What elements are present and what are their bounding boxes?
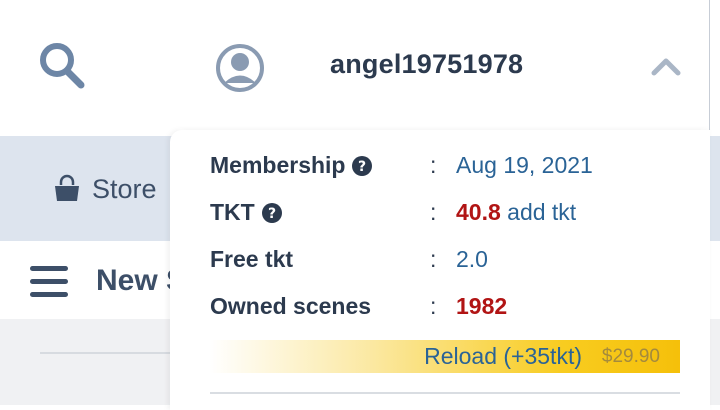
search-icon: [40, 43, 85, 89]
reload-label: Reload (+35tkt): [424, 343, 582, 369]
top-bar: angel19751978: [0, 0, 720, 136]
separator: :: [430, 246, 437, 272]
membership-row: Membership ? : Aug 19, 2021: [210, 152, 690, 184]
reload-price: $29.90: [601, 346, 660, 367]
owned-scenes-count[interactable]: 1982: [456, 293, 507, 320]
free-tkt-value: 2.0: [456, 246, 488, 272]
avatar[interactable]: [214, 42, 266, 94]
svg-text:?: ?: [268, 206, 276, 222]
question-circle-icon[interactable]: ?: [352, 155, 373, 176]
add-tkt-link[interactable]: add tkt: [507, 199, 576, 225]
owned-scenes-label: Owned scenes: [210, 293, 372, 319]
account-dropdown: Membership ? : Aug 19, 2021 TKT ? : 40.8…: [170, 130, 710, 410]
user-avatar-icon: [216, 44, 264, 92]
menu-divider: [210, 392, 680, 394]
free-tkt-label: Free tkt: [210, 246, 294, 272]
tkt-row: TKT ? : 40.8 add tkt: [210, 199, 690, 231]
tkt-label: TKT: [210, 199, 255, 225]
reload-button[interactable]: Reload (+35tkt) $29.90: [210, 340, 680, 373]
separator: :: [430, 293, 437, 319]
search-button[interactable]: [36, 40, 88, 92]
separator: :: [430, 199, 437, 225]
membership-date: Aug 19, 2021: [456, 152, 593, 178]
membership-label: Membership: [210, 152, 346, 178]
free-tkt-row: Free tkt : 2.0: [210, 246, 690, 278]
collapse-menu-button[interactable]: [650, 53, 682, 79]
owned-scenes-row: Owned scenes : 1982: [210, 293, 690, 325]
shopping-bag-icon: [55, 174, 79, 201]
store-tab[interactable]: Store: [52, 172, 157, 206]
tkt-label-group: TKT ?: [210, 199, 282, 226]
hamburger-menu-icon[interactable]: [30, 266, 68, 300]
owned-scenes-label-group: Owned scenes: [210, 293, 371, 320]
svg-text:?: ?: [358, 159, 366, 175]
free-tkt-label-group: Free tkt: [210, 246, 293, 273]
store-label: Store: [92, 173, 157, 204]
chevron-up-icon: [651, 58, 681, 76]
tkt-value-group: 40.8 add tkt: [456, 199, 576, 226]
membership-label-group: Membership ?: [210, 152, 373, 179]
username[interactable]: angel19751978: [330, 49, 523, 80]
separator: :: [430, 152, 437, 178]
tkt-balance: 40.8: [456, 199, 501, 225]
question-circle-icon[interactable]: ?: [261, 202, 282, 223]
